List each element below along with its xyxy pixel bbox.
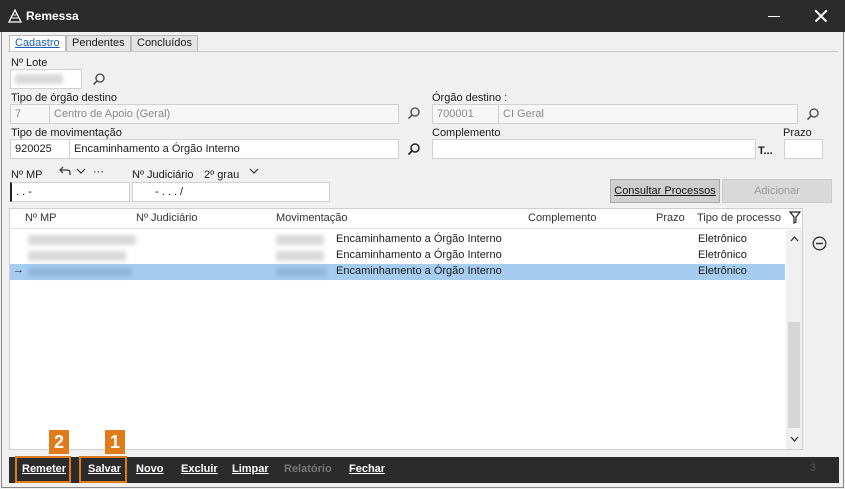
fechar-button[interactable]: Fechar xyxy=(349,463,385,475)
tab-pendentes[interactable]: Pendentes xyxy=(66,35,131,51)
table-row-selected[interactable]: → Encaminhamento a Órgão Interno Eletrôn… xyxy=(10,264,785,280)
redacted-value xyxy=(15,74,63,84)
tab-cadastro[interactable]: Cadastro xyxy=(9,35,66,52)
tipo-orgao-name[interactable]: Centro de Apoio (Geral) xyxy=(49,104,399,124)
column-header-complemento[interactable]: Complemento xyxy=(528,212,596,224)
row-tipo: Eletrônico xyxy=(698,265,747,277)
column-header-prazo[interactable]: Prazo xyxy=(656,212,685,224)
prazo-label: Prazo xyxy=(783,127,812,139)
chevron-down-icon[interactable] xyxy=(249,168,259,175)
tab-divider xyxy=(8,51,838,52)
novo-button[interactable]: Novo xyxy=(136,463,164,475)
prazo-input[interactable] xyxy=(784,139,823,159)
consultar-processos-button[interactable]: Consultar Processos xyxy=(610,179,720,203)
redacted-value xyxy=(276,235,324,245)
minimize-button[interactable] xyxy=(765,8,783,24)
filter-icon[interactable] xyxy=(789,211,802,224)
title-bar: Remessa xyxy=(0,0,845,32)
limpar-button[interactable]: Limpar xyxy=(232,463,269,475)
complemento-input[interactable] xyxy=(432,139,756,159)
orgao-code[interactable]: 700001 xyxy=(432,104,499,124)
scrollbar-thumb[interactable] xyxy=(788,322,800,428)
scroll-down-icon[interactable] xyxy=(790,436,799,442)
remove-row-icon[interactable] xyxy=(812,236,827,251)
row-tipo: Eletrônico xyxy=(698,233,747,245)
orgao-name[interactable]: CI Geral xyxy=(498,104,798,124)
table-row[interactable]: Encaminhamento a Órgão Interno Eletrônic… xyxy=(10,232,785,248)
search-icon[interactable] xyxy=(407,106,421,120)
complemento-text-button[interactable]: T... xyxy=(758,145,773,157)
search-icon[interactable] xyxy=(806,107,820,121)
judiciario-label: Nº Judiciário xyxy=(132,169,194,181)
judiciario-input[interactable]: - . . . / xyxy=(132,182,330,202)
highlight-salvar xyxy=(79,456,127,483)
window-title: Remessa xyxy=(26,9,79,23)
more-icon[interactable]: ⋯ xyxy=(93,165,104,178)
highlight-remeter xyxy=(15,456,71,483)
adicionar-button[interactable]: Adicionar xyxy=(722,179,832,203)
tipo-mov-label: Tipo de movimentação xyxy=(11,127,122,139)
tipo-orgao-label: Tipo de órgão destino xyxy=(11,92,117,104)
close-button[interactable] xyxy=(812,8,830,24)
table-row[interactable]: Encaminhamento a Órgão Interno Eletrônic… xyxy=(10,248,785,264)
excluir-button[interactable]: Excluir xyxy=(181,463,218,475)
redacted-value xyxy=(276,251,324,261)
step-badge-2: 2 xyxy=(49,430,69,454)
column-header-tipo-processo[interactable]: Tipo de processo xyxy=(697,212,781,224)
search-icon[interactable] xyxy=(407,142,421,156)
undo-icon[interactable] xyxy=(59,166,71,176)
redacted-mp xyxy=(28,267,132,277)
complemento-label: Complemento xyxy=(432,127,501,139)
redacted-mp xyxy=(28,251,126,261)
tipo-mov-code[interactable]: 920025 xyxy=(10,139,70,159)
bottom-toolbar xyxy=(9,457,839,483)
tab-concluidos[interactable]: Concluídos xyxy=(131,35,199,51)
orgao-label: Órgão destino : xyxy=(432,92,508,104)
step-badge-1: 1 xyxy=(105,430,125,454)
relatorio-button[interactable]: Relatório xyxy=(284,463,332,475)
mp-input[interactable]: . . - xyxy=(10,182,130,202)
mp-label: Nº MP xyxy=(11,169,43,181)
chevron-down-icon[interactable] xyxy=(76,168,86,175)
column-header-mp[interactable]: Nº MP xyxy=(25,212,57,224)
tipo-orgao-code[interactable]: 7 xyxy=(10,104,50,124)
lote-label: Nº Lote xyxy=(11,57,48,69)
search-icon[interactable] xyxy=(92,72,106,86)
redacted-mp xyxy=(28,235,136,245)
redacted-value xyxy=(276,267,326,277)
column-header-movimentacao[interactable]: Movimentação xyxy=(276,212,348,224)
row-movimentacao: Encaminhamento a Órgão Interno xyxy=(336,265,502,277)
record-count: 3 xyxy=(810,462,817,474)
scroll-up-icon[interactable] xyxy=(790,236,799,242)
app-logo-icon xyxy=(8,9,22,23)
tipo-mov-name[interactable]: Encaminhamento a Órgão Interno xyxy=(69,139,399,159)
lote-input[interactable] xyxy=(10,69,82,89)
row-tipo: Eletrônico xyxy=(698,249,747,261)
row-movimentacao: Encaminhamento a Órgão Interno xyxy=(336,233,502,245)
column-header-judiciario[interactable]: Nº Judiciário xyxy=(136,212,197,224)
row-pointer-icon: → xyxy=(13,264,24,276)
row-movimentacao: Encaminhamento a Órgão Interno xyxy=(336,249,502,261)
grau-select[interactable]: 2º grau xyxy=(204,169,239,181)
